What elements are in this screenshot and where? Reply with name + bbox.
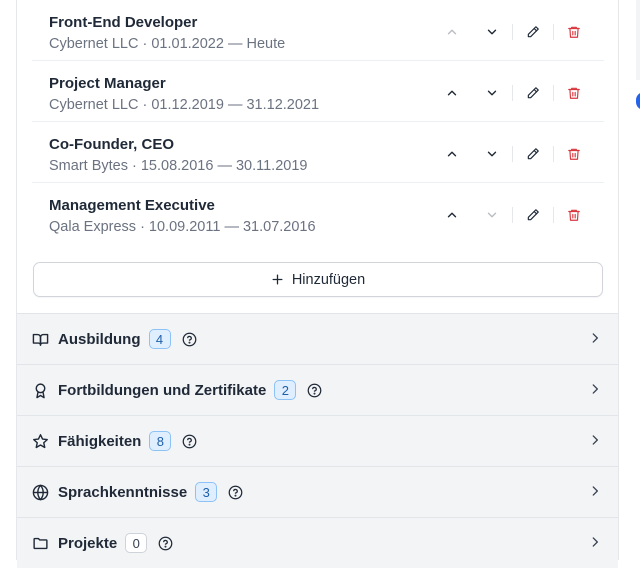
pencil-icon bbox=[527, 87, 539, 99]
delete-button[interactable] bbox=[554, 21, 594, 43]
add-entry-label: Hinzufügen bbox=[291, 271, 366, 288]
move-up-button[interactable] bbox=[432, 204, 472, 226]
entry-subtitle: Cybernet LLC · 01.01.2022 — Heute bbox=[49, 36, 286, 52]
delete-button[interactable] bbox=[554, 143, 594, 165]
count-badge: 4 bbox=[148, 329, 171, 349]
chevron-right-icon bbox=[588, 484, 602, 498]
experience-entry: Project Manager Cybernet LLC · 01.12.201… bbox=[32, 61, 604, 122]
help-icon[interactable] bbox=[307, 382, 323, 398]
experience-entry: Co-Founder, CEO Smart Bytes · 15.08.2016… bbox=[32, 122, 604, 183]
trash-icon bbox=[568, 87, 580, 99]
move-down-button[interactable] bbox=[472, 143, 512, 165]
section-list: Ausbildung 4 Fortbildungen und Zertifika… bbox=[17, 313, 618, 568]
book-icon bbox=[32, 330, 50, 348]
edit-button[interactable] bbox=[513, 21, 553, 43]
chevron-up-icon bbox=[447, 212, 457, 218]
count-badge: 3 bbox=[195, 482, 218, 502]
entry-title: Co-Founder, CEO bbox=[49, 136, 174, 153]
chevron-up-icon bbox=[447, 90, 457, 96]
section-projects[interactable]: Projekte 0 bbox=[17, 517, 618, 568]
award-icon bbox=[32, 381, 50, 399]
entry-subtitle: Qala Express · 10.09.2011 — 31.07.2016 bbox=[49, 219, 316, 235]
trash-icon bbox=[568, 148, 580, 160]
section-label: Fortbildungen und Zertifikate bbox=[58, 381, 267, 399]
entry-subtitle: Smart Bytes · 15.08.2016 — 30.11.2019 bbox=[49, 158, 308, 174]
count-badge: 2 bbox=[274, 380, 297, 400]
folder-icon bbox=[32, 534, 50, 552]
pencil-icon bbox=[527, 26, 539, 38]
chevron-down-icon bbox=[487, 151, 497, 157]
experience-entry: Management Executive Qala Express · 10.0… bbox=[32, 183, 604, 244]
chevron-down-icon bbox=[487, 29, 497, 35]
delete-button[interactable] bbox=[554, 82, 594, 104]
entry-subtitle: Cybernet LLC · 01.12.2019 — 31.12.2021 bbox=[49, 97, 320, 113]
move-up-button[interactable] bbox=[432, 21, 472, 43]
trash-icon bbox=[568, 26, 580, 38]
section-label: Projekte bbox=[58, 534, 118, 552]
edit-button[interactable] bbox=[513, 204, 553, 226]
chevron-up-icon bbox=[447, 151, 457, 157]
move-down-button[interactable] bbox=[472, 21, 512, 43]
chevron-right-icon bbox=[588, 535, 602, 549]
edit-button[interactable] bbox=[513, 143, 553, 165]
entry-title: Management Executive bbox=[49, 197, 215, 214]
add-entry-button[interactable]: Hinzufügen bbox=[33, 262, 603, 297]
count-badge: 8 bbox=[149, 431, 172, 451]
move-down-button[interactable] bbox=[472, 82, 512, 104]
chevron-right-icon bbox=[588, 382, 602, 396]
plus-icon bbox=[272, 274, 283, 285]
star-icon bbox=[32, 432, 50, 450]
entry-title: Project Manager bbox=[49, 75, 166, 92]
chevron-right-icon bbox=[588, 433, 602, 447]
experience-list: Front-End Developer Cybernet LLC · 01.01… bbox=[32, 0, 604, 244]
section-education[interactable]: Ausbildung 4 bbox=[17, 313, 618, 364]
section-skills[interactable]: Fähigkeiten 8 bbox=[17, 415, 618, 466]
entry-actions bbox=[432, 143, 594, 165]
globe-icon bbox=[32, 483, 50, 501]
delete-button[interactable] bbox=[554, 204, 594, 226]
entry-actions bbox=[432, 204, 594, 226]
help-icon[interactable] bbox=[158, 535, 174, 551]
entry-title: Front-End Developer bbox=[49, 14, 198, 31]
help-icon[interactable] bbox=[182, 331, 198, 347]
help-icon[interactable] bbox=[182, 433, 198, 449]
edit-button[interactable] bbox=[513, 82, 553, 104]
move-up-button[interactable] bbox=[432, 143, 472, 165]
section-certificates[interactable]: Fortbildungen und Zertifikate 2 bbox=[17, 364, 618, 415]
move-up-button[interactable] bbox=[432, 82, 472, 104]
section-label: Fähigkeiten bbox=[58, 432, 142, 450]
pencil-icon bbox=[527, 148, 539, 160]
entry-actions bbox=[432, 82, 594, 104]
pencil-icon bbox=[527, 209, 539, 221]
count-badge: 0 bbox=[125, 533, 148, 553]
adjacent-panel-edge bbox=[636, 0, 640, 80]
section-languages[interactable]: Sprachkenntnisse 3 bbox=[17, 466, 618, 517]
entry-actions bbox=[432, 21, 594, 43]
adjacent-panel-indicator bbox=[636, 92, 640, 110]
trash-icon bbox=[568, 209, 580, 221]
experience-entry: Front-End Developer Cybernet LLC · 01.01… bbox=[32, 0, 604, 61]
chevron-up-icon bbox=[447, 29, 457, 35]
chevron-right-icon bbox=[588, 331, 602, 345]
chevron-down-icon bbox=[487, 212, 497, 218]
section-label: Ausbildung bbox=[58, 330, 141, 348]
section-label: Sprachkenntnisse bbox=[58, 483, 188, 501]
chevron-down-icon bbox=[487, 90, 497, 96]
move-down-button[interactable] bbox=[472, 204, 512, 226]
help-icon[interactable] bbox=[228, 484, 244, 500]
